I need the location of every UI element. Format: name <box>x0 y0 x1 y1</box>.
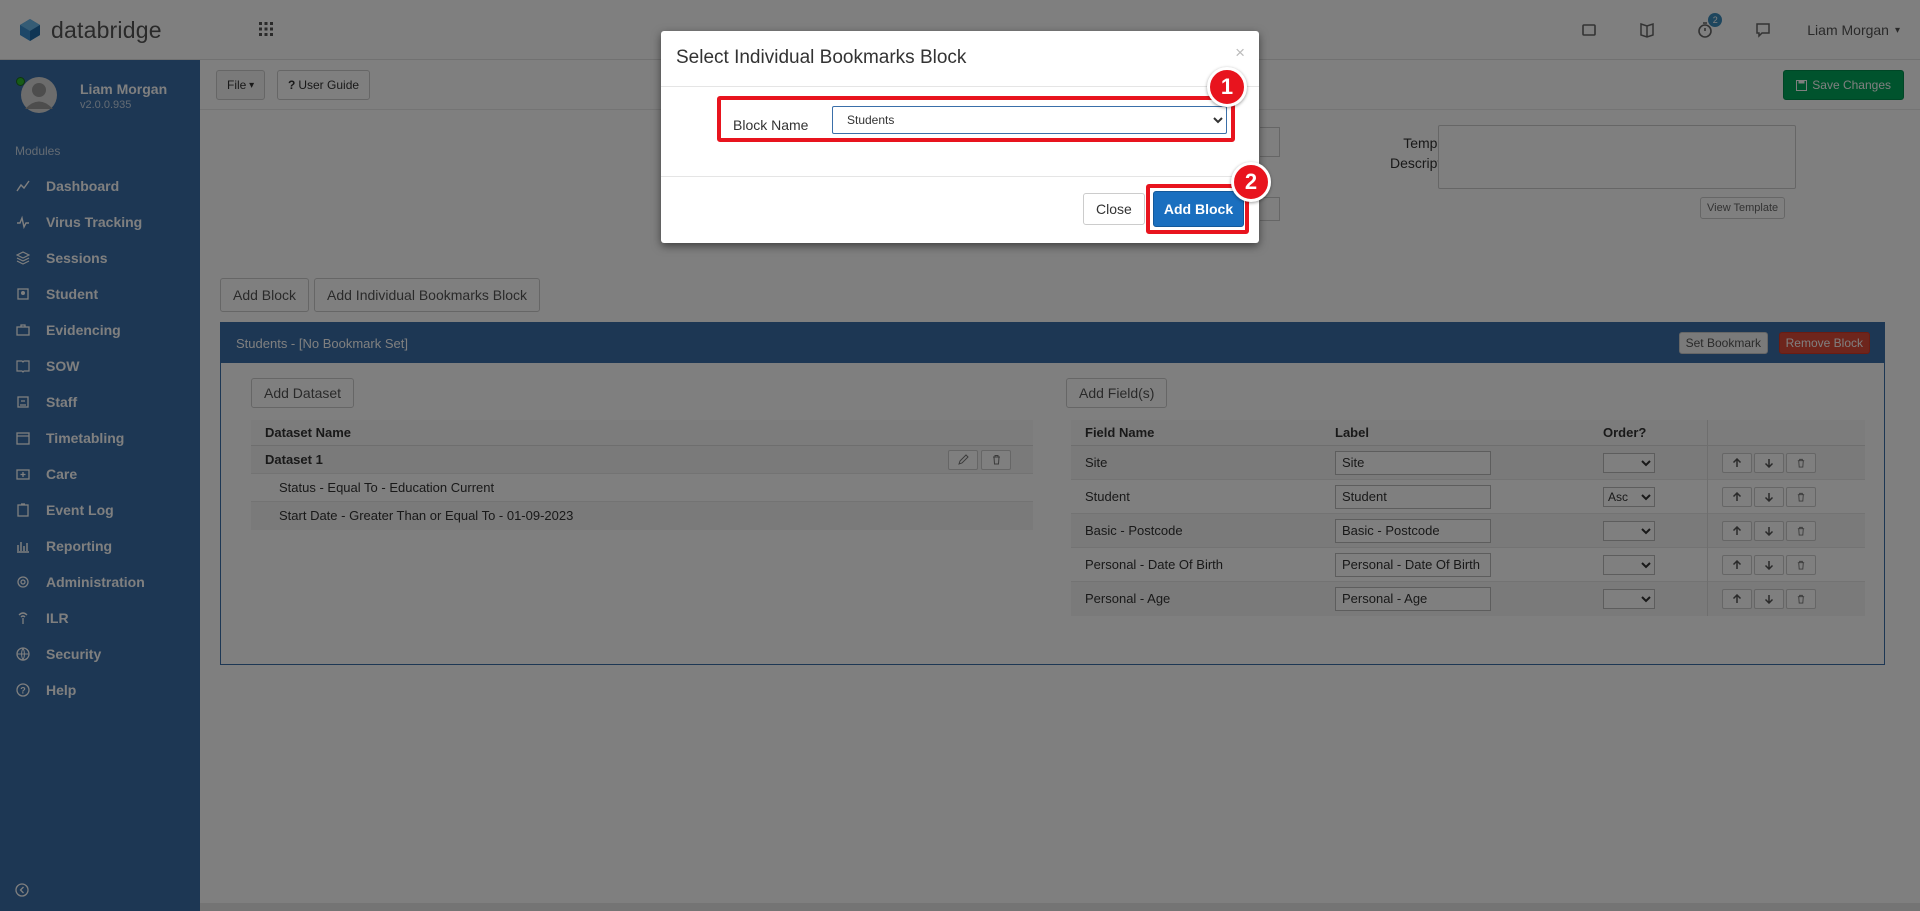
modal-header: Select Individual Bookmarks Block × <box>661 31 1259 87</box>
block-name-label: Block Name <box>733 117 809 133</box>
modal-add-block-button[interactable]: Add Block <box>1153 191 1244 227</box>
modal-footer: Close Add Block <box>661 176 1259 242</box>
select-block-modal: Select Individual Bookmarks Block × Bloc… <box>661 31 1259 243</box>
block-name-select[interactable]: Students <box>832 106 1227 134</box>
step-2-marker: 2 <box>1231 162 1271 202</box>
step-1-marker: 1 <box>1207 67 1247 107</box>
modal-title: Select Individual Bookmarks Block <box>676 47 967 68</box>
modal-body: Block Name Students <box>661 87 1259 176</box>
block-name-highlight: Block Name Students <box>717 96 1235 142</box>
modal-close-button[interactable]: Close <box>1083 193 1145 225</box>
modal-close-icon[interactable]: × <box>1235 43 1245 63</box>
